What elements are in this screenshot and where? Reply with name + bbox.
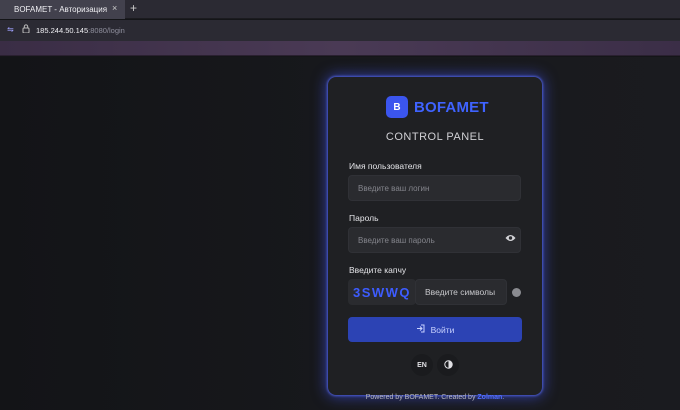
- tab-title: BOFAMET - Авторизация: [14, 5, 108, 14]
- login-button[interactable]: Войти: [348, 317, 522, 342]
- panel-subtitle: CONTROL PANEL: [385, 131, 485, 143]
- footer-author-link[interactable]: Zolman: [477, 394, 502, 401]
- browser-tab-bar: BOFAMET - Авторизация × +: [0, 0, 680, 19]
- captcha-label: Введите капчу: [349, 265, 407, 275]
- language-toggle[interactable]: EN: [411, 354, 433, 376]
- theme-toggle[interactable]: [437, 354, 459, 376]
- captcha-input[interactable]: [415, 279, 507, 305]
- password-label: Пароль: [349, 213, 379, 223]
- brand-name: BOFAMET: [414, 99, 489, 116]
- site-permissions-icon[interactable]: ⇋: [7, 25, 14, 34]
- url-host: 185.244.50.145: [36, 26, 89, 35]
- lock-icon[interactable]: [22, 24, 30, 35]
- bookmarks-bar: [0, 41, 680, 56]
- username-label: Имя пользователя: [349, 161, 422, 171]
- new-tab-icon[interactable]: +: [130, 1, 137, 15]
- footer-suffix: .: [502, 394, 505, 401]
- password-input[interactable]: [348, 227, 521, 253]
- refresh-captcha-icon[interactable]: [512, 288, 521, 297]
- close-icon[interactable]: ×: [112, 3, 117, 13]
- url-text[interactable]: 185.244.50.145:8080/login: [36, 26, 125, 35]
- logo-badge: B: [386, 96, 408, 118]
- url-path: :8080/login: [88, 26, 125, 35]
- login-button-label: Войти: [430, 324, 455, 335]
- browser-tab[interactable]: BOFAMET - Авторизация ×: [0, 0, 125, 19]
- footer-credit: Powered by BOFAMET. Created by Zolman.: [328, 394, 542, 401]
- sign-in-icon: [416, 324, 425, 335]
- footer-prefix: Powered by BOFAMET. Created by: [365, 394, 478, 401]
- eye-icon[interactable]: [505, 234, 516, 245]
- captcha-image: 3SWWQ: [348, 279, 416, 305]
- username-input[interactable]: [348, 175, 521, 201]
- contrast-icon: [443, 356, 453, 374]
